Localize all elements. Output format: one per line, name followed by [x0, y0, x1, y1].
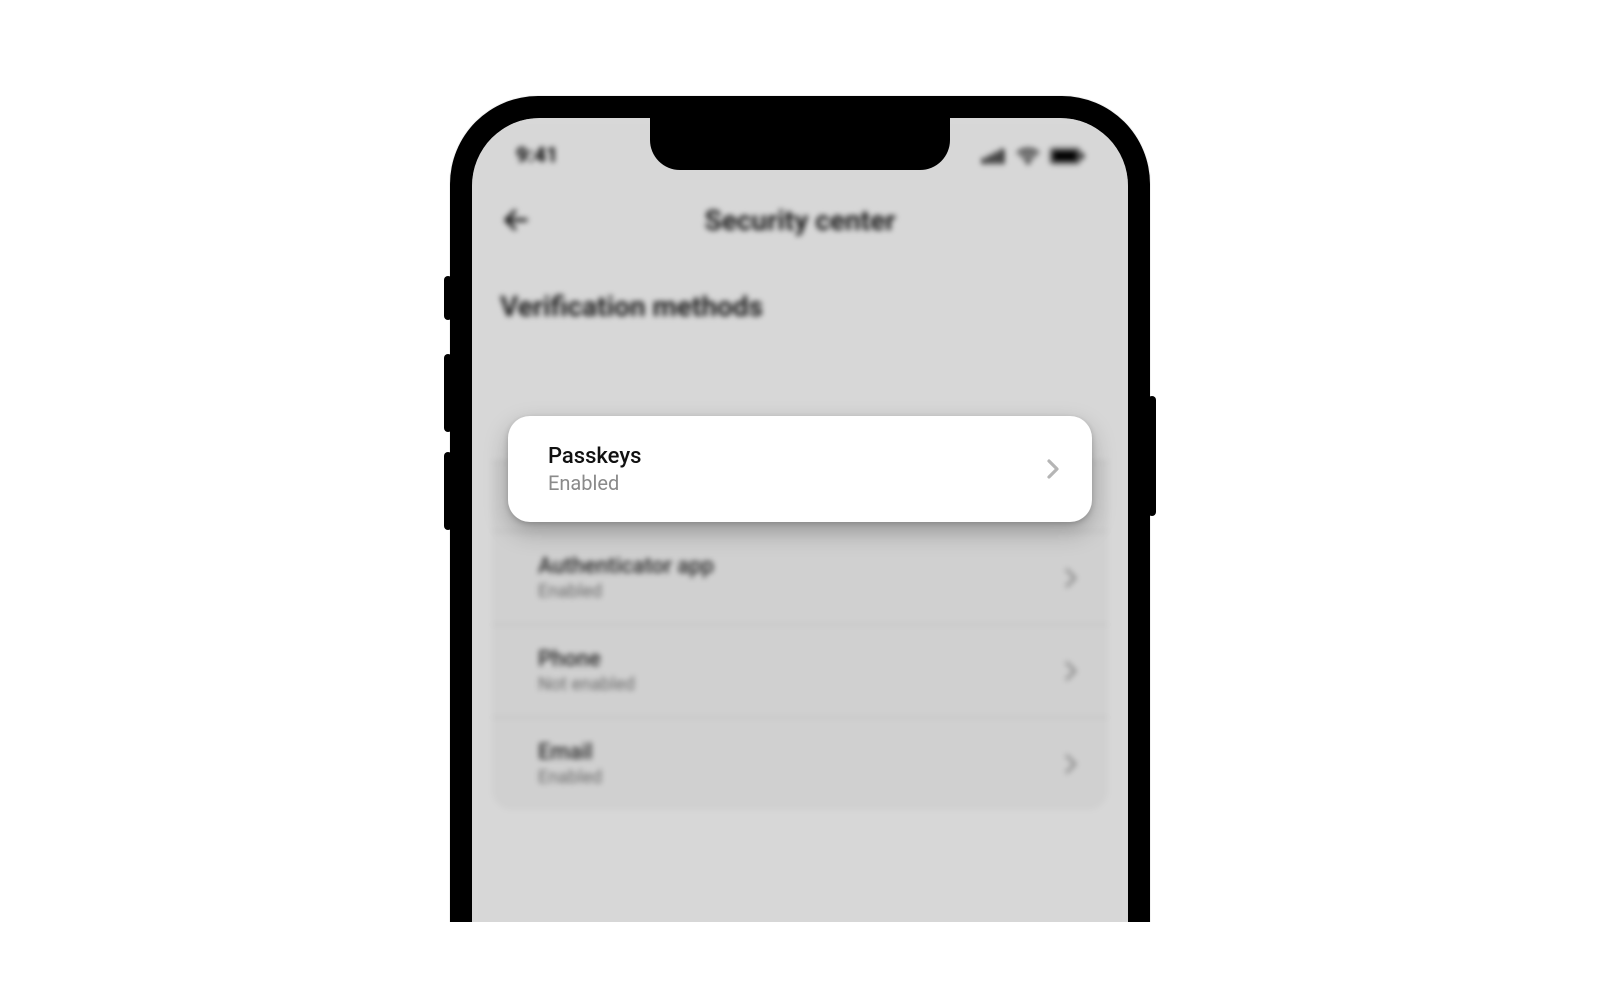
- row-status: Enabled: [548, 471, 641, 495]
- status-icons: [982, 147, 1084, 165]
- row-status: Enabled: [538, 767, 602, 788]
- row-authenticator-app[interactable]: Authenticator app Enabled: [492, 531, 1108, 624]
- phone-notch: [650, 118, 950, 170]
- phone-side-button: [444, 354, 452, 432]
- row-status: Enabled: [538, 581, 714, 602]
- row-title: Email: [538, 740, 602, 765]
- chevron-right-icon: [1062, 564, 1080, 592]
- phone-side-button: [444, 276, 452, 320]
- row-email[interactable]: Email Enabled: [492, 717, 1108, 810]
- section-heading: Verification methods: [472, 256, 1128, 343]
- row-title: Phone: [538, 647, 635, 672]
- row-phone[interactable]: Phone Not enabled: [492, 624, 1108, 717]
- battery-icon: [1050, 148, 1084, 164]
- row-status: Not enabled: [538, 674, 635, 695]
- wifi-icon: [1016, 147, 1040, 165]
- row-passkeys[interactable]: Passkeys Enabled: [508, 416, 1092, 522]
- phone-screen: 9:41: [472, 118, 1128, 922]
- phone-frame: 9:41: [450, 96, 1150, 922]
- mockup-card: 9:41: [112, 62, 1488, 922]
- chevron-right-icon: [1044, 455, 1062, 483]
- row-title: Passkeys: [548, 444, 641, 469]
- phone-side-button: [444, 452, 452, 530]
- status-time: 9:41: [516, 144, 558, 168]
- chevron-right-icon: [1062, 750, 1080, 778]
- cellular-signal-icon: [982, 148, 1006, 164]
- page-title: Security center: [496, 204, 1104, 237]
- nav-header: Security center: [472, 176, 1128, 256]
- verification-methods-list: Two-factor authentication (2FA) Authenti…: [492, 343, 1108, 810]
- row-title: Authenticator app: [538, 554, 714, 579]
- phone-side-button: [1148, 396, 1156, 516]
- chevron-right-icon: [1062, 657, 1080, 685]
